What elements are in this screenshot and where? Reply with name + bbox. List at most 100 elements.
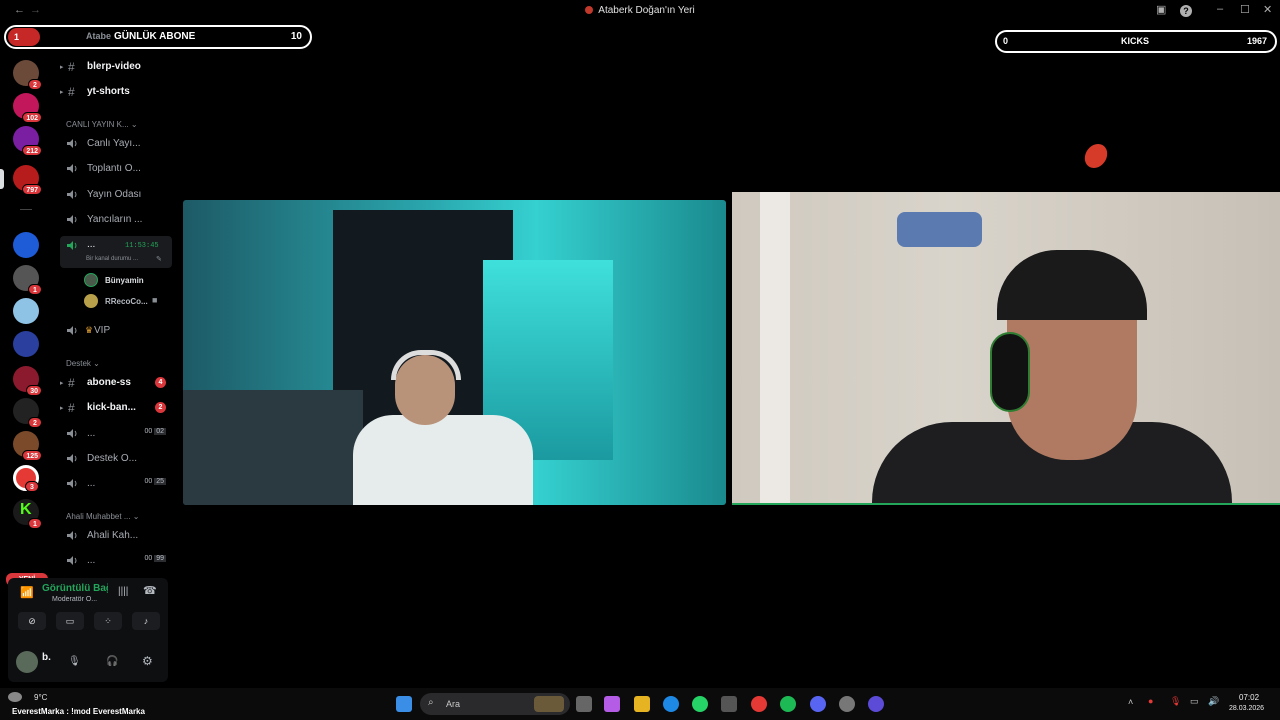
tray-app-icon[interactable]: ● [1148,696,1153,706]
task-view-icon[interactable] [576,696,592,712]
edge-icon[interactable] [663,696,679,712]
soundboard-button[interactable]: ♪ [132,612,160,630]
category-header[interactable]: Ahali Muhabbet ... ⌄ [66,512,139,521]
pencil-icon[interactable]: ✎ [156,255,162,263]
whatsapp-icon[interactable] [692,696,708,712]
chevron-right-icon: ▶ [60,405,64,412]
search-placeholder: Ara [446,699,461,709]
server-icon[interactable]: 125 [13,431,42,461]
volume-icon[interactable]: 🔊 [1208,696,1219,707]
help-icon[interactable]: ? [1180,5,1192,17]
channel-text[interactable]: ▶ # abone-ss 4 [60,373,172,393]
call-timer: 11:53:45 [125,242,159,250]
server-icon[interactable]: 2 [13,60,42,90]
store-icon[interactable] [721,696,737,712]
chevron-up-icon[interactable]: ˄ [1128,697,1133,707]
channel-voice[interactable]: ... 00 25 [60,474,172,494]
noise-suppression-icon[interactable]: |||| [118,586,128,597]
category-label: CANLI YAYIN K... [66,120,129,129]
channel-label: ... [87,555,96,566]
channel-text[interactable]: ▶ # yt-shorts [60,82,172,102]
discord-icon[interactable] [810,696,826,712]
person-shirt [353,415,533,505]
server-icon[interactable]: 212 [13,126,42,156]
user-limit-max: 25 [154,478,166,485]
channel-label: ... [87,428,96,439]
spotify-icon[interactable] [780,696,796,712]
server-icon[interactable]: 1 [13,265,42,295]
server-icon[interactable]: K1 [13,499,42,529]
channel-voice[interactable]: Ahali Kah... [60,526,172,546]
inbox-icon[interactable]: ▣ [1156,3,1166,16]
weather-temp[interactable]: 9°C [34,693,47,702]
channel-voice[interactable]: Yancıların ... [60,210,172,230]
minimize-button[interactable]: – [1217,3,1223,15]
clock-date[interactable]: 28.03.2026 [1229,705,1264,712]
current-user-name[interactable]: b. [42,652,51,663]
channel-voice[interactable]: ... 00 99 [60,551,172,571]
category-header[interactable]: Destek ⌄ [66,359,100,368]
file-explorer-icon[interactable] [634,696,650,712]
channel-text[interactable]: ▶ # blerp-video [60,57,172,77]
disconnect-icon[interactable]: ☎ [143,584,157,597]
server-name: Atabe [86,31,112,41]
gear-icon[interactable]: ⚙ [142,654,153,668]
screen-share-icon: ▭ [65,616,75,626]
kicks-goal: 1967 [1246,36,1267,46]
channel-text[interactable]: ▶ # kick-ban... 2 [60,398,172,418]
channel-voice[interactable]: Yayın Odası [60,185,172,205]
channel-voice[interactable]: ... 00 02 [60,424,172,444]
server-icon[interactable]: 30 [13,366,42,396]
server-icon[interactable] [13,298,39,324]
obs-icon[interactable] [839,696,855,712]
speaker-icon [67,215,77,224]
headphones-icon[interactable]: 🎧 [106,656,118,667]
microphone-icon[interactable]: 🎙 [68,656,81,667]
chrome-icon[interactable] [751,696,767,712]
activities-icon: ⁘ [104,616,112,626]
hash-icon: # [68,401,75,415]
chevron-down-icon: ⌄ [93,359,100,368]
avatar[interactable] [16,651,38,673]
speaker-icon [67,164,77,173]
chevron-right-icon: ▶ [60,64,64,71]
close-button[interactable]: ✕ [1263,3,1272,16]
windows-start-icon[interactable] [396,696,412,712]
screen-share-button[interactable]: ▭ [56,612,84,630]
server-icon[interactable]: 3 [13,465,39,492]
server-badge: 30 [26,385,42,396]
user-limit-max: 99 [154,555,166,562]
user-limit-current: 00 [144,428,153,435]
video-tile-streamer[interactable] [183,200,726,505]
taskbar-search[interactable]: ⌕ Ara [420,693,570,715]
mic-tray-icon[interactable]: 🎙 [1170,696,1181,707]
active-voice-channel[interactable]: ... 11:53:45 Bir kanal durumu ... ✎ [60,236,172,268]
voice-status[interactable]: Görüntülü Bağ [42,583,108,594]
maximize-button[interactable]: ☐ [1240,3,1250,16]
server-badge: 1 [28,518,42,529]
chevron-right-icon: ▶ [60,89,64,96]
copilot-icon[interactable] [604,696,620,712]
channel-voice[interactable]: VIP ♛ [60,321,172,341]
server-icon[interactable] [13,331,39,357]
channel-status: Bir kanal durumu ... [86,256,139,262]
server-icon[interactable] [13,232,39,258]
voice-channel-name[interactable]: Moderatör O... [52,596,97,603]
server-icon[interactable]: 2 [13,398,42,428]
server-icon[interactable]: 102 [13,93,42,123]
app-icon[interactable] [868,696,884,712]
display-icon[interactable]: ▭ [1190,696,1199,707]
channel-voice[interactable]: Canlı Yayı... [60,134,172,154]
activities-button[interactable]: ⁘ [94,612,122,630]
channel-voice[interactable]: Toplantı O... [60,159,172,179]
channel-label: kick-ban... [87,402,136,413]
clock-time[interactable]: 07:02 [1239,693,1259,702]
voice-panel: 📶 Görüntülü Bağ Moderatör O... |||| ☎ ⊘ … [8,578,168,682]
server-icon[interactable]: 797 [13,165,42,195]
chevron-down-icon: ⌄ [130,120,138,129]
video-tile-guest[interactable] [732,192,1280,505]
channel-label: Toplantı O... [87,163,141,174]
channel-voice[interactable]: Destek O... [60,449,172,469]
category-header[interactable]: CANLI YAYIN K... ⌄ [66,120,138,129]
camera-off-button[interactable]: ⊘ [18,612,46,630]
